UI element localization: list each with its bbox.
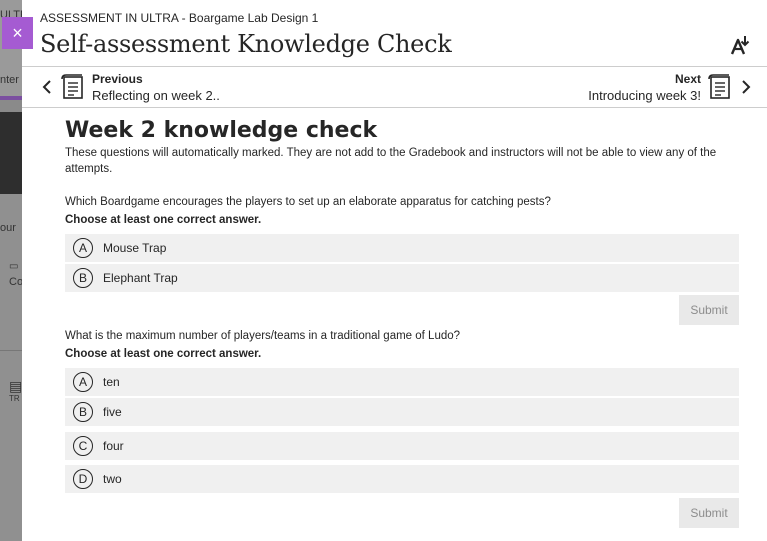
option-letter: A: [73, 372, 93, 392]
accessibility-icon[interactable]: [729, 34, 751, 56]
answer-option-a[interactable]: A Mouse Trap: [65, 234, 739, 262]
quiz-title: Week 2 knowledge check: [65, 118, 378, 143]
next-label: Next: [674, 71, 701, 86]
background-card-icon: ▭: [9, 261, 19, 272]
document-icon: [61, 74, 83, 99]
background-text-fragment: nter: [0, 74, 19, 86]
question-1: Which Boardgame encourages the players t…: [65, 196, 739, 325]
background-text-fragment: our: [0, 222, 16, 234]
previous-label: Previous: [92, 71, 143, 86]
option-letter: B: [73, 268, 93, 288]
option-label: five: [103, 405, 122, 419]
background-doc-icon: ▤: [9, 378, 22, 394]
option-letter: A: [73, 238, 93, 258]
option-label: Elephant Trap: [103, 271, 178, 285]
background-active-indicator: [0, 96, 22, 100]
next-item-link[interactable]: Next Introducing week 3!: [588, 67, 753, 107]
answer-option-b[interactable]: B five: [65, 398, 739, 426]
chevron-right-icon: [742, 80, 751, 94]
option-label: two: [103, 472, 122, 486]
document-icon: [708, 74, 730, 99]
background-divider: [0, 350, 22, 351]
chevron-left-icon: [42, 80, 51, 94]
option-label: Mouse Trap: [103, 241, 167, 255]
background-body: [0, 194, 22, 541]
answer-option-d[interactable]: D two: [65, 465, 739, 493]
submit-button[interactable]: Submit: [679, 498, 739, 528]
close-icon: ×: [12, 22, 23, 43]
background-image: [0, 112, 22, 194]
quiz-description: These questions will automatically marke…: [65, 147, 717, 175]
page-title: Self-assessment Knowledge Check: [40, 30, 452, 58]
background-text-fragment: Co: [9, 276, 22, 288]
question-text: What is the maximum number of players/te…: [65, 330, 461, 342]
background-page: ULTRA nter our ▭ Co ▤ TR: [0, 0, 22, 541]
assessment-panel: ASSESSMENT IN ULTRA - Boargame Lab Desig…: [22, 0, 767, 541]
answer-option-b[interactable]: B Elephant Trap: [65, 264, 739, 292]
question-2: What is the maximum number of players/te…: [65, 330, 739, 528]
option-letter: C: [73, 436, 93, 456]
background-text-fragment: TR: [9, 394, 20, 403]
answer-option-c[interactable]: C four: [65, 432, 739, 460]
option-label: ten: [103, 375, 120, 389]
option-letter: D: [73, 469, 93, 489]
question-text: Which Boardgame encourages the players t…: [65, 196, 551, 208]
question-instruction: Choose at least one correct answer.: [65, 214, 262, 226]
previous-item-link[interactable]: Previous Reflecting on week 2..: [40, 67, 220, 107]
previous-title: Reflecting on week 2..: [92, 87, 220, 103]
option-letter: B: [73, 402, 93, 422]
question-instruction: Choose at least one correct answer.: [65, 348, 262, 360]
answer-option-a[interactable]: A ten: [65, 368, 739, 396]
next-title: Introducing week 3!: [588, 87, 701, 103]
content-navigation: Previous Reflecting on week 2.. Next Int…: [22, 66, 767, 108]
breadcrumb: ASSESSMENT IN ULTRA - Boargame Lab Desig…: [40, 11, 319, 25]
option-label: four: [103, 439, 124, 453]
submit-button[interactable]: Submit: [679, 295, 739, 325]
close-panel-button[interactable]: ×: [2, 17, 33, 49]
